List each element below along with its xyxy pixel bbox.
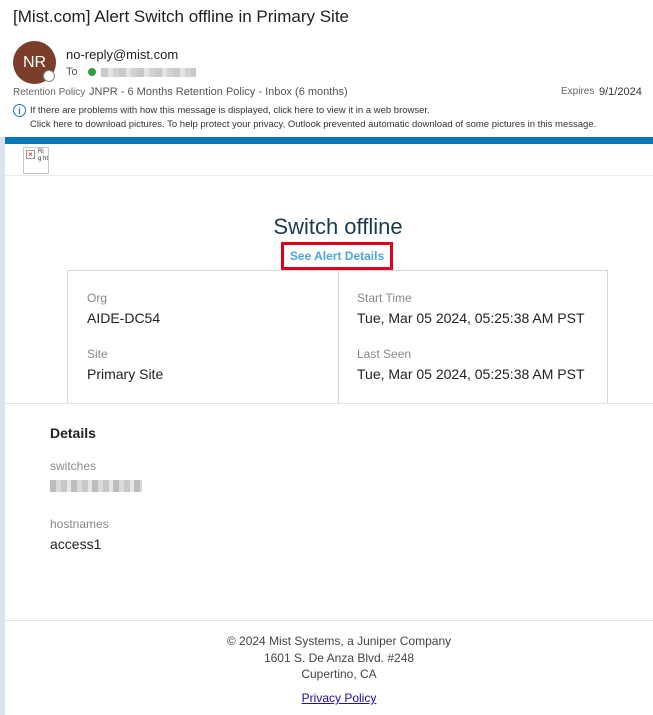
footer-divider: [5, 620, 653, 621]
recipient-row: To: [66, 66, 196, 78]
to-label: To: [66, 66, 78, 78]
start-time-value: Tue, Mar 05 2024, 05:25:38 AM PST: [357, 310, 585, 326]
hostnames-label: hostnames: [50, 517, 109, 531]
last-seen-label: Last Seen: [357, 347, 412, 361]
switches-value-redacted: [50, 480, 142, 492]
alert-info-box: Org AIDE-DC54 Site Primary Site Start Ti…: [67, 270, 608, 404]
email-subject: [Mist.com] Alert Switch offline in Prima…: [13, 7, 350, 26]
section-divider: [5, 403, 653, 404]
site-value: Primary Site: [87, 366, 164, 382]
org-label: Org: [87, 291, 108, 305]
blocked-image[interactable]: × Ri g ht: [23, 147, 49, 174]
hostnames-value: access1: [50, 536, 102, 552]
last-seen-value: Tue, Mar 05 2024, 05:25:38 AM PST: [357, 366, 585, 382]
avatar-initials: NR: [22, 53, 47, 71]
alert-title: Switch offline: [273, 214, 403, 239]
details-heading: Details: [50, 425, 96, 441]
blocked-image-alt-text: Ri g ht: [38, 149, 49, 162]
brand-header-bar: [5, 137, 653, 144]
start-time-label: Start Time: [357, 291, 412, 305]
recipient-redacted[interactable]: [100, 67, 196, 77]
presence-status-icon: [43, 70, 55, 82]
footer-copyright: © 2024 Mist Systems, a Juniper Company: [226, 634, 452, 648]
site-label: Site: [87, 347, 108, 361]
online-status-icon: [87, 68, 96, 76]
view-in-browser-notice[interactable]: If there are problems with how this mess…: [30, 105, 430, 116]
broken-image-icon: ×: [26, 150, 35, 159]
see-alert-details-link[interactable]: See Alert Details: [281, 242, 393, 270]
footer-address-line2: Cupertino, CA: [301, 667, 377, 681]
header-divider: [5, 175, 653, 176]
retention-policy-value: JNPR - 6 Months Retention Policy - Inbox…: [89, 86, 348, 98]
sender-address[interactable]: no-reply@mist.com: [66, 47, 178, 62]
footer-address-line1: 1601 S. De Anza Blvd. #248: [263, 651, 415, 665]
retention-policy-label: Retention Policy: [13, 87, 86, 98]
info-box-divider: [338, 271, 339, 403]
expires-label: Expires: [561, 86, 595, 97]
info-icon: i: [13, 104, 26, 117]
download-pictures-notice[interactable]: Click here to download pictures. To help…: [30, 119, 596, 130]
privacy-row: Privacy Policy: [5, 691, 653, 705]
privacy-policy-link[interactable]: Privacy Policy: [302, 691, 377, 705]
switches-label: switches: [50, 459, 97, 473]
org-value: AIDE-DC54: [87, 310, 161, 326]
expires-date: 9/1/2024: [599, 86, 642, 98]
